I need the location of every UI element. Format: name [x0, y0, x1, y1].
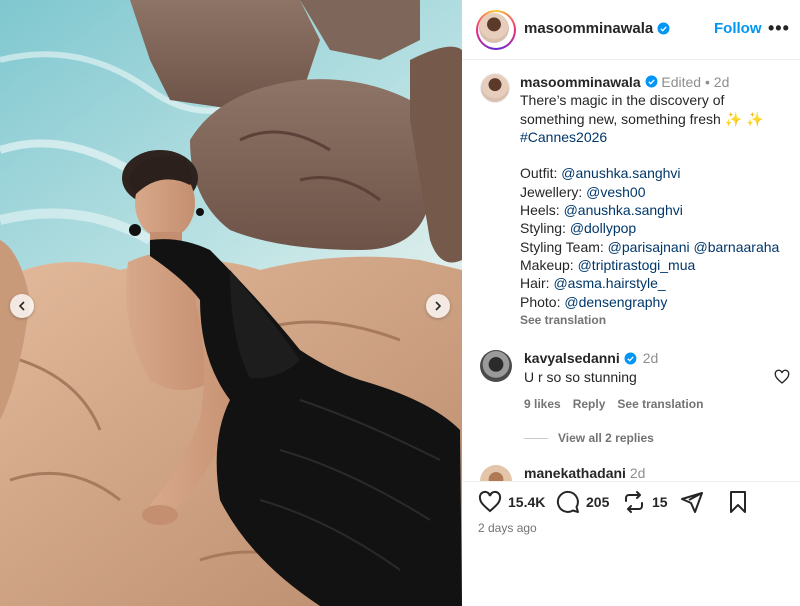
follow-button[interactable]: Follow	[714, 20, 762, 37]
commenter-username[interactable]: kavyalsedanni	[524, 350, 620, 366]
author-username[interactable]: masoomminawala	[524, 20, 670, 37]
repost-count[interactable]: 15	[652, 494, 668, 510]
post-timestamp: 2 days ago	[478, 521, 537, 535]
comment-age: 2d	[629, 465, 646, 481]
comment-meta: 9 likes Reply See translation	[524, 397, 703, 411]
credit-line: Styling Team: @parisajnani @barnaaraha	[520, 238, 780, 255]
caption: masoomminawala Edited • 2d There’s magic…	[520, 73, 792, 311]
verified-icon	[645, 75, 657, 88]
comment-age: 2d	[642, 350, 659, 366]
author-avatar[interactable]	[476, 10, 516, 50]
edited-label: Edited	[661, 74, 702, 90]
view-replies-label[interactable]: View all 2 replies	[558, 431, 654, 445]
caption-text-1: There’s magic in the discovery of	[520, 92, 725, 109]
mention-link[interactable]: @dollypop	[570, 220, 636, 236]
comment-see-translation[interactable]: See translation	[617, 397, 703, 411]
comment-text: U r so so stunning	[524, 369, 637, 385]
commenter-username[interactable]: manekathadani	[524, 465, 626, 481]
post-photo	[0, 0, 462, 606]
like-action[interactable]: 15.4K	[478, 490, 545, 514]
credit-line: Styling: @dollypop	[520, 220, 637, 237]
verified-icon	[657, 22, 670, 35]
caption-text-2: something new, something fresh	[520, 110, 721, 127]
commenter-avatar[interactable]	[480, 465, 512, 481]
credit-line: Photo: @densengraphy	[520, 293, 668, 310]
share-action[interactable]	[680, 490, 704, 514]
view-replies-button[interactable]: View all 2 replies	[524, 431, 654, 445]
mention-link[interactable]: @vesh00	[586, 184, 645, 200]
comment-header: manekathadani 2d	[524, 465, 645, 481]
credit-line: Jewellery: @vesh00	[520, 183, 646, 200]
credit-line: Makeup: @triptirastogi_mua	[520, 256, 696, 273]
chevron-right-icon	[435, 301, 442, 311]
verified-icon	[624, 352, 637, 364]
caption-avatar[interactable]	[480, 73, 510, 103]
mention-link[interactable]: @triptirastogi_mua	[578, 257, 696, 273]
caption-username[interactable]: masoomminawala	[520, 74, 641, 90]
credit-line: Heels: @anushka.sanghvi	[520, 202, 683, 219]
bookmark-icon[interactable]	[726, 490, 750, 514]
hashtag-link[interactable]: #Cannes2026	[520, 128, 792, 146]
reply-button[interactable]: Reply	[573, 397, 606, 411]
mention-link[interactable]: @anushka.sanghvi	[564, 202, 683, 218]
post-header: masoomminawala Follow •••	[462, 0, 800, 60]
comments-scroll[interactable]: masoomminawala Edited • 2d There’s magic…	[462, 61, 800, 481]
post-sidebar: masoomminawala Follow ••• masoomminawala…	[462, 0, 800, 606]
see-translation-link[interactable]: See translation	[520, 313, 606, 327]
comment-icon[interactable]	[556, 490, 580, 514]
more-options-button[interactable]: •••	[768, 18, 790, 39]
save-action[interactable]	[726, 490, 750, 514]
comment-count[interactable]: 205	[586, 494, 609, 510]
sparkles-emoji: ✨ ✨	[724, 110, 764, 127]
credit-line: Hair: @asma.hairstyle_	[520, 275, 666, 292]
chevron-left-icon	[18, 301, 25, 311]
mention-link[interactable]: @anushka.sanghvi	[561, 165, 680, 181]
previous-image-button[interactable]	[10, 294, 34, 318]
author-username-text[interactable]: masoomminawala	[524, 20, 653, 37]
commenter-avatar[interactable]	[480, 350, 512, 382]
replies-divider	[524, 437, 548, 439]
heart-icon[interactable]	[478, 490, 502, 514]
caption-age: 2d	[713, 74, 730, 90]
credit-line: Outfit: @anushka.sanghvi	[520, 165, 681, 182]
mention-link[interactable]: @parisajnani @barnaaraha	[608, 239, 780, 255]
heart-icon[interactable]	[774, 369, 790, 385]
meta-separator: •	[704, 74, 710, 90]
repost-action[interactable]: 15	[622, 490, 668, 514]
mention-link[interactable]: @asma.hairstyle_	[553, 275, 665, 291]
comment-action[interactable]: 205	[556, 490, 609, 514]
repost-icon[interactable]	[622, 490, 646, 514]
like-count[interactable]: 15.4K	[508, 494, 545, 510]
comment-likes[interactable]: 9 likes	[524, 397, 561, 411]
mention-link[interactable]: @densengraphy	[564, 294, 667, 310]
next-image-button[interactable]	[426, 294, 450, 318]
share-icon[interactable]	[680, 490, 704, 514]
post-media[interactable]	[0, 0, 462, 606]
comment-header: kavyalsedanni 2d	[524, 350, 658, 366]
